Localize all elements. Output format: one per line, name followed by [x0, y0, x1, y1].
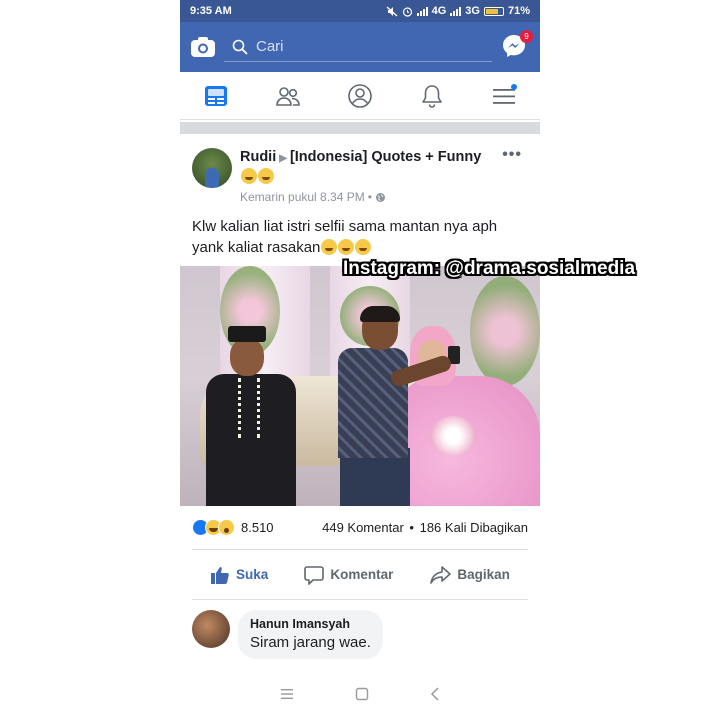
status-time: 9:35 AM: [190, 5, 232, 17]
meta-separator: •: [367, 190, 372, 204]
search-icon: [232, 39, 248, 55]
comment-icon: [304, 565, 325, 585]
post-header: Rudii ▶ [Indonesia] Quotes + Funny Kemarin…: [192, 134, 528, 204]
laughing-emoji-icon: [241, 168, 257, 184]
post-stats: 8.510 449 Komentar • 186 Kali Dibagikan: [192, 506, 528, 550]
post-text: Klw kalian liat istri selfii sama mantan…: [192, 216, 528, 258]
author-avatar[interactable]: [192, 148, 232, 188]
comments-count[interactable]: 449 Komentar: [322, 520, 404, 535]
instagram-watermark: Instagram: @drama.sosialmedia: [343, 258, 636, 279]
reaction-count: 8.510: [241, 520, 274, 535]
grin-emoji-icon: [338, 239, 355, 255]
profile-icon: [348, 83, 372, 108]
stats-separator: •: [409, 520, 414, 535]
grin-emoji-icon: [355, 239, 372, 255]
comment-text: Siram jarang wae.: [250, 634, 371, 651]
tab-notifications[interactable]: [412, 76, 452, 116]
post-author-line: Rudii ▶ [Indonesia] Quotes + Funny: [240, 148, 498, 187]
wow-reaction-icon: [218, 519, 235, 536]
post-header-text: Rudii ▶ [Indonesia] Quotes + Funny Kemarin…: [240, 148, 528, 204]
comment-bubble[interactable]: Hanun Imansyah Siram jarang wae.: [238, 610, 383, 659]
comment-label: Komentar: [330, 567, 394, 582]
laughing-emoji-icon: [258, 168, 274, 184]
search-input[interactable]: Cari: [224, 32, 492, 62]
tab-profile[interactable]: [340, 76, 380, 116]
camera-icon[interactable]: [190, 35, 216, 59]
menu-notification-dot: [511, 83, 517, 90]
share-label: Bagikan: [457, 567, 510, 582]
messenger-badge: 9: [520, 30, 533, 43]
network-3g: 3G: [465, 5, 480, 17]
mute-icon: [386, 6, 398, 16]
home-icon[interactable]: [355, 687, 369, 701]
post: Rudii ▶ [Indonesia] Quotes + Funny Kemarin…: [180, 134, 540, 258]
phone-screen: 9:35 AM 4G 3G 71% Cari 9 Rudii ▶ [Indone…: [180, 0, 540, 720]
photo-groom: [200, 326, 310, 506]
system-nav-bar: [180, 668, 540, 720]
like-label: Suka: [236, 567, 269, 582]
share-icon: [430, 565, 452, 584]
arrow-right-icon: ▶: [279, 153, 287, 164]
tab-friends[interactable]: [268, 76, 308, 116]
like-button[interactable]: Suka: [210, 565, 268, 585]
messenger-button[interactable]: 9: [500, 30, 533, 62]
recent-apps-icon[interactable]: [280, 688, 294, 700]
tab-bar: [180, 72, 540, 120]
search-placeholder: Cari: [256, 38, 284, 55]
friends-icon: [276, 86, 300, 106]
group-name[interactable]: [Indonesia] Quotes + Funny: [290, 149, 481, 165]
commenter-avatar[interactable]: [192, 610, 230, 648]
network-4g: 4G: [431, 5, 447, 17]
battery-level: 71%: [507, 5, 530, 17]
globe-icon: [375, 192, 385, 202]
photo-bouquet: [430, 416, 476, 456]
post-photo[interactable]: [180, 266, 540, 506]
comment: Hanun Imansyah Siram jarang wae.: [192, 600, 528, 659]
back-icon[interactable]: [430, 687, 440, 701]
signal-icon: [450, 6, 462, 16]
post-meta: Kemarin pukul 8.34 PM •: [240, 190, 498, 204]
news-feed-icon: [205, 85, 227, 106]
shares-count[interactable]: 186 Kali Dibagikan: [420, 520, 528, 535]
post-timestamp[interactable]: Kemarin pukul 8.34 PM: [240, 190, 365, 204]
app-header: Cari 9: [180, 22, 540, 72]
more-options-icon[interactable]: •••: [502, 146, 522, 164]
signal-icon: [416, 6, 428, 16]
photo-man-selfie: [330, 306, 453, 506]
author-name[interactable]: Rudii: [240, 149, 276, 165]
tab-news-feed[interactable]: [196, 76, 236, 116]
share-button[interactable]: Bagikan: [429, 565, 510, 585]
reactions-summary[interactable]: 8.510: [192, 519, 274, 536]
status-bar: 9:35 AM 4G 3G 71%: [180, 0, 540, 22]
battery-icon: [483, 6, 504, 16]
thumbs-up-icon: [211, 566, 229, 584]
grin-emoji-icon: [321, 239, 338, 255]
tab-menu[interactable]: [484, 76, 524, 116]
comment-button[interactable]: Komentar: [304, 565, 393, 585]
alarm-icon: [402, 6, 412, 17]
commenter-name[interactable]: Hanun Imansyah: [250, 617, 371, 631]
bell-icon: [422, 84, 442, 108]
status-icons: 4G 3G 71%: [386, 5, 530, 17]
engagement-counts: 449 Komentar • 186 Kali Dibagikan: [320, 520, 528, 535]
feed-divider: [180, 122, 540, 134]
post-actions: Suka Komentar Bagikan: [192, 550, 528, 600]
